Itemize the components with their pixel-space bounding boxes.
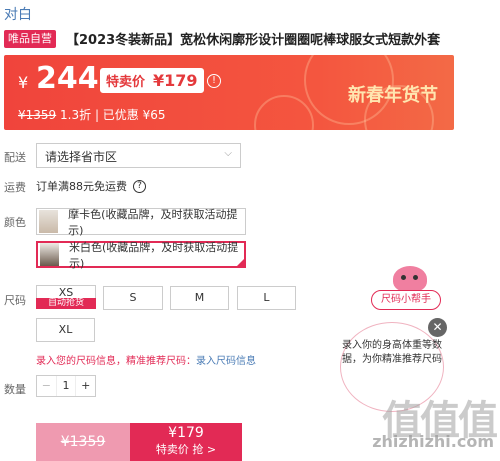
size-option-s[interactable]: S — [103, 286, 163, 310]
discount-rate: 1.3折 — [60, 108, 92, 122]
mascot-icon — [393, 266, 427, 292]
original-price: ¥1359 — [18, 108, 57, 122]
enter-size-link[interactable]: 录入尺码信息 — [196, 356, 256, 367]
product-title: 【2023冬装新品】宽松休闲廓形设计圈圈呢棒球服女式短款外套 — [66, 33, 441, 48]
region-select[interactable]: 请选择省市区 ⌵ — [36, 143, 241, 168]
color-option-label: 摩卡色(收藏品牌，及时获取活动提示) — [68, 207, 238, 237]
special-price-label: 特卖价 — [102, 71, 150, 90]
quantity-value[interactable]: 1 — [57, 376, 76, 396]
size-option-label: M — [194, 291, 205, 304]
close-icon[interactable]: ✕ — [428, 318, 447, 337]
product-title-row: 唯品自营 【2023冬装新品】宽松休闲廓形设计圈圈呢棒球服女式短款外套 — [4, 29, 440, 48]
watermark-site: zhizhizhi.com — [372, 432, 494, 451]
color-thumbnail — [39, 210, 59, 233]
saved-amount: 已优惠 ¥65 — [102, 108, 166, 122]
size-tip-text: 录入您的尺码信息，精准推荐尺码： — [36, 356, 196, 367]
auto-grab-tag: 自动抢货 — [36, 298, 96, 309]
festival-label: 新春年货节 — [348, 85, 438, 106]
special-cta-text: 特卖价 抢 > — [155, 443, 217, 456]
chevron-down-icon: ⌵ — [224, 148, 232, 159]
size-option-label: L — [263, 291, 270, 304]
size-option-label: XL — [58, 323, 73, 336]
divider: | — [94, 108, 103, 122]
help-icon[interactable]: ? — [133, 179, 146, 193]
selected-check-icon — [236, 258, 245, 267]
color-label: 颜色 — [4, 216, 26, 229]
shipping-label: 配送 — [4, 151, 26, 164]
quantity-label: 数量 — [4, 383, 26, 396]
special-price-amount: ¥179 — [149, 71, 202, 90]
size-option-label: S — [129, 291, 137, 304]
size-option-xl[interactable]: XL — [36, 318, 95, 342]
shipping-fee-info: 订单满88元免运费 ? — [36, 178, 146, 194]
original-price-label: ¥1359 — [60, 434, 106, 450]
buy-special-button[interactable]: ¥179 特卖价 抢 > — [130, 423, 242, 461]
color-option-mocha[interactable]: 摩卡色(收藏品牌，及时获取活动提示) — [36, 207, 246, 237]
region-placeholder: 请选择省市区 — [45, 150, 118, 164]
size-helper-button[interactable]: 尺码小帮手 — [371, 290, 441, 310]
special-price-label: ¥179 — [168, 425, 204, 441]
color-option-label: 米白色(收藏品牌，及时获取活动提示) — [68, 240, 239, 270]
brand-name[interactable]: 对白 — [4, 4, 32, 24]
decrease-button[interactable]: − — [37, 376, 57, 396]
cloud-pattern — [254, 95, 314, 130]
currency-symbol: ¥ — [18, 73, 29, 92]
size-helper-message: 录入你的身高体重等数据，为你精准推荐尺码 — [342, 340, 442, 365]
buy-original-button[interactable]: ¥1359 — [36, 423, 130, 461]
info-icon[interactable]: ! — [207, 74, 221, 88]
price-details: ¥1359 1.3折 | 已优惠 ¥65 — [18, 106, 166, 123]
shipping-fee-text: 订单满88元免运费 — [36, 180, 127, 193]
color-option-beige[interactable]: 米白色(收藏品牌，及时获取活动提示) — [36, 240, 246, 270]
quantity-stepper: − 1 + — [36, 375, 96, 397]
current-price: 244 — [36, 61, 99, 96]
price-banner: ¥ 244 特卖价 ¥179 ! ¥1359 1.3折 | 已优惠 ¥65 新春… — [4, 55, 454, 130]
color-thumbnail — [40, 243, 59, 266]
size-option-xs[interactable]: XS 自动抢货 — [36, 285, 96, 309]
shipping-fee-label: 运费 — [4, 181, 26, 194]
self-operated-badge: 唯品自营 — [4, 29, 56, 48]
size-tip: 录入您的尺码信息，精准推荐尺码：录入尺码信息 — [36, 352, 256, 367]
size-label: 尺码 — [4, 294, 26, 307]
increase-button[interactable]: + — [75, 376, 95, 396]
size-option-m[interactable]: M — [170, 286, 229, 310]
size-option-l[interactable]: L — [237, 286, 296, 310]
special-price-badge: 特卖价 ¥179 — [100, 68, 204, 93]
